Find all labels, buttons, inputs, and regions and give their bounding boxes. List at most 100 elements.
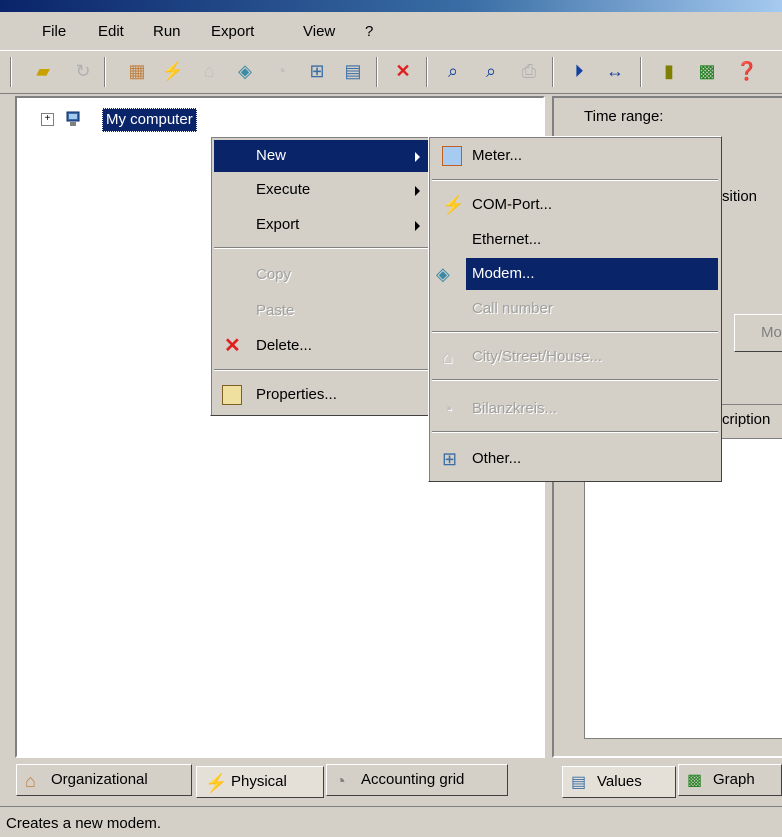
submenu-item-other[interactable]: ⊞ Other... [432,443,718,475]
chart-icon[interactable]: ▩ [694,58,720,84]
submenu-item-call-number-label: Call number [472,300,553,317]
open-folder-icon[interactable]: ▰ [30,58,56,84]
table-icon: ▤ [571,774,587,791]
menu-view[interactable]: View [303,23,335,40]
balance-icon: ◔ [442,399,453,419]
other-tree-icon: ⊞ [442,449,458,469]
toolbar: ▰ ↻ ▦ ⚡ ⌂ ◈ ◔ ⊞ ▤ ✕ ⌕ ⌕ ⎙ ⏵ ↔ ▮ ▩ ❓ [0,50,782,94]
menu-help[interactable]: ? [365,23,373,40]
properties-icon [222,385,242,405]
submenu-item-com-port[interactable]: ⚡ COM-Port... [432,189,718,221]
new-modem-icon[interactable]: ◈ [232,58,258,84]
fit-icon[interactable]: ↔ [602,58,628,84]
context-item-export[interactable]: Export [214,209,428,241]
context-item-properties-label: Properties... [256,386,337,403]
new-balance-icon[interactable]: ◔ [268,58,294,84]
tab-physical[interactable]: ⚡ Physical [196,766,324,798]
menu-edit[interactable]: Edit [98,23,124,40]
context-item-copy: Copy [214,259,428,291]
partial-button[interactable]: Mo [734,314,782,352]
submenu-item-call-number: Call number [432,293,718,325]
modem-icon: ◈ [436,264,450,284]
zoom-out-icon[interactable]: ⌕ [478,58,504,84]
step-icon[interactable]: ⏵ [566,58,592,84]
tab-accounting-grid-label: Accounting grid [361,771,465,788]
submenu-arrow-icon [415,221,420,231]
new-other-icon[interactable]: ⊞ [304,58,330,84]
context-menu: New Execute Export Copy Paste ✕ Delete..… [210,136,432,416]
new-port-icon[interactable]: ⚡ [160,58,186,84]
submenu-item-ethernet-label: Ethernet... [472,231,542,248]
new-meter-icon[interactable]: ▦ [124,58,150,84]
delete-icon[interactable]: ✕ [390,58,416,84]
context-item-new[interactable]: New [214,140,428,172]
submenu-item-modem-label: Modem... [466,258,718,290]
tab-graph[interactable]: ▩ Graph [678,764,782,796]
horizontal-scrollbar[interactable] [584,738,782,755]
context-item-execute[interactable]: Execute [214,174,428,206]
context-item-paste-label: Paste [256,302,295,319]
delete-x-icon: ✕ [224,335,241,357]
tab-accounting-grid[interactable]: ◔ Accounting grid [326,764,508,796]
new-house-icon[interactable]: ⌂ [196,58,222,84]
port-icon: ⚡ [205,773,228,793]
left-tab-strip: ⌂ Organizational ⚡ Physical ◔ Accounting… [16,764,536,800]
house-icon: ⌂ [442,347,453,367]
computer-icon [66,111,80,126]
menu-separator [214,369,428,371]
title-bar [0,0,782,12]
submenu-arrow-icon [415,152,420,162]
submenu-item-city-street-house: ⌂ City/Street/House... [432,341,718,373]
submenu-item-city-street-house-label: City/Street/House... [472,348,603,365]
toolbar-separator [552,57,554,87]
submenu-item-meter-label: Meter... [472,147,523,164]
context-item-properties[interactable]: Properties... [214,379,428,411]
menu-run[interactable]: Run [153,23,181,40]
com-port-icon: ⚡ [442,195,465,215]
menu-file[interactable]: File [42,23,66,40]
submenu-item-meter[interactable]: Meter... [432,140,718,172]
tab-values-label: Values [597,773,642,790]
toolbar-separator [10,57,12,87]
right-tab-strip: ▤ Values ▩ Graph [562,764,782,800]
print-icon[interactable]: ⎙ [516,58,542,84]
toolbar-separator [376,57,378,87]
description-column-header[interactable]: cription [722,411,770,428]
toolbar-separator [104,57,106,87]
context-item-copy-label: Copy [256,266,292,283]
tab-organizational-label: Organizational [51,771,148,788]
tab-graph-label: Graph [713,771,755,788]
tree-item-my-computer[interactable]: My computer [102,108,197,132]
meter-icon [442,146,462,166]
menu-separator [214,247,428,249]
status-bar: Creates a new modem. [0,806,782,837]
properties-icon[interactable]: ▤ [340,58,366,84]
tab-organizational[interactable]: ⌂ Organizational [16,764,192,796]
submenu-item-bilanzkreis-label: Bilanzkreis... [472,400,558,417]
submenu-item-modem[interactable]: ◈ Modem... [432,258,718,290]
balance-icon: ◔ [335,771,346,791]
menu-separator [432,179,718,181]
context-item-export-label: Export [256,216,300,233]
menu-bar: File Edit Run Export View ? [0,14,782,50]
context-item-delete[interactable]: ✕ Delete... [214,330,428,362]
database-icon[interactable]: ▮ [656,58,682,84]
tree-expander[interactable]: + [41,113,54,126]
values-list[interactable] [584,438,782,740]
toolbar-separator [640,57,642,87]
tab-values[interactable]: ▤ Values [562,766,676,798]
menu-export[interactable]: Export [211,23,254,40]
help-icon[interactable]: ❓ [734,58,760,84]
refresh-icon[interactable]: ↻ [70,58,96,84]
submenu-item-bilanzkreis: ◔ Bilanzkreis... [432,393,718,425]
zoom-icon[interactable]: ⌕ [440,58,466,84]
context-item-delete-label: Delete... [256,337,312,354]
graph-icon: ▩ [687,772,703,789]
menu-separator [432,379,718,381]
house-icon: ⌂ [25,771,36,791]
toolbar-separator [426,57,428,87]
submenu-item-ethernet[interactable]: Ethernet... [432,224,718,256]
context-item-new-label: New [256,147,287,164]
context-item-paste: Paste [214,295,428,327]
submenu-item-other-label: Other... [472,450,522,467]
